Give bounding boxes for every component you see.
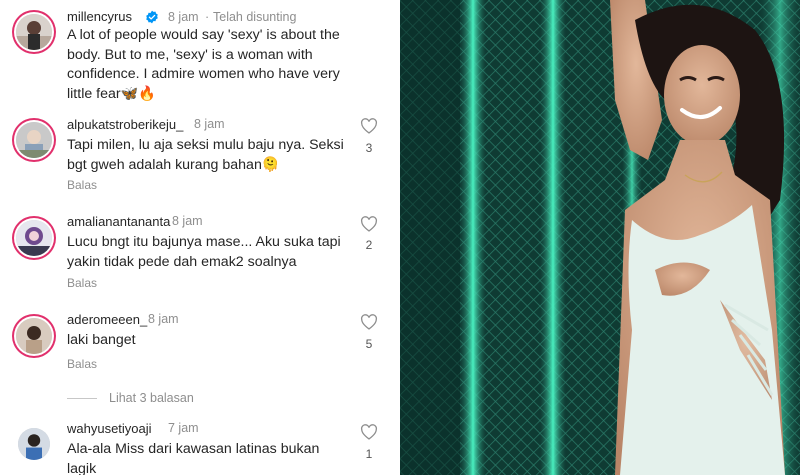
- comment-text: Lucu bngt itu bajunya mase... Aku suka t…: [67, 234, 341, 270]
- comment-text: laki banget: [67, 332, 136, 348]
- comment-avatar[interactable]: [16, 122, 52, 158]
- comment-username[interactable]: wahyusetiyoaji: [67, 421, 152, 436]
- heart-outline-icon[interactable]: [360, 314, 378, 330]
- heart-outline-icon[interactable]: [360, 424, 378, 440]
- comment-avatar[interactable]: [16, 220, 52, 256]
- heart-outline-icon[interactable]: [360, 118, 378, 134]
- comment-avatar[interactable]: [16, 318, 52, 354]
- comment-time: 8 jam: [148, 312, 179, 326]
- caption-edited-label: Telah disunting: [213, 10, 297, 24]
- reply-button[interactable]: Balas: [67, 178, 97, 192]
- comment-username[interactable]: aderomeeen_: [67, 312, 147, 327]
- comments-panel: millencyrus 8 jam · Telah disunting A lo…: [0, 0, 400, 475]
- view-replies-button[interactable]: Lihat 3 balasan: [109, 391, 194, 405]
- comment-username[interactable]: amalianantananta: [67, 214, 170, 229]
- caption-time: 8 jam: [168, 10, 199, 24]
- caption-separator: ·: [205, 10, 210, 24]
- like-count: 2: [365, 238, 373, 252]
- verified-badge-icon: [146, 10, 158, 24]
- like-count: 3: [365, 141, 373, 155]
- caption-avatar[interactable]: [16, 14, 52, 50]
- photo-illustration: [400, 0, 800, 475]
- view-replies-divider: [67, 398, 97, 399]
- comment-avatar[interactable]: [18, 428, 50, 460]
- like-count: 1: [365, 447, 373, 461]
- comment-text: Ala-ala Miss dari kawasan latinas bukan …: [67, 441, 320, 475]
- heart-outline-icon[interactable]: [360, 216, 378, 232]
- comment-time: 8 jam: [194, 117, 225, 131]
- reply-button[interactable]: Balas: [67, 357, 97, 371]
- caption-username[interactable]: millencyrus: [67, 9, 132, 24]
- comment-time: 8 jam: [172, 214, 203, 228]
- like-count: 5: [365, 337, 373, 351]
- caption-text: A lot of people would say 'sexy' is abou…: [67, 27, 340, 102]
- comment-time: 7 jam: [168, 421, 199, 435]
- comment-username[interactable]: alpukatstroberikeju_: [67, 117, 183, 132]
- post-photo: [400, 0, 800, 475]
- reply-button[interactable]: Balas: [67, 276, 97, 290]
- comment-text: Tapi milen, lu aja seksi mulu baju nya. …: [67, 137, 344, 173]
